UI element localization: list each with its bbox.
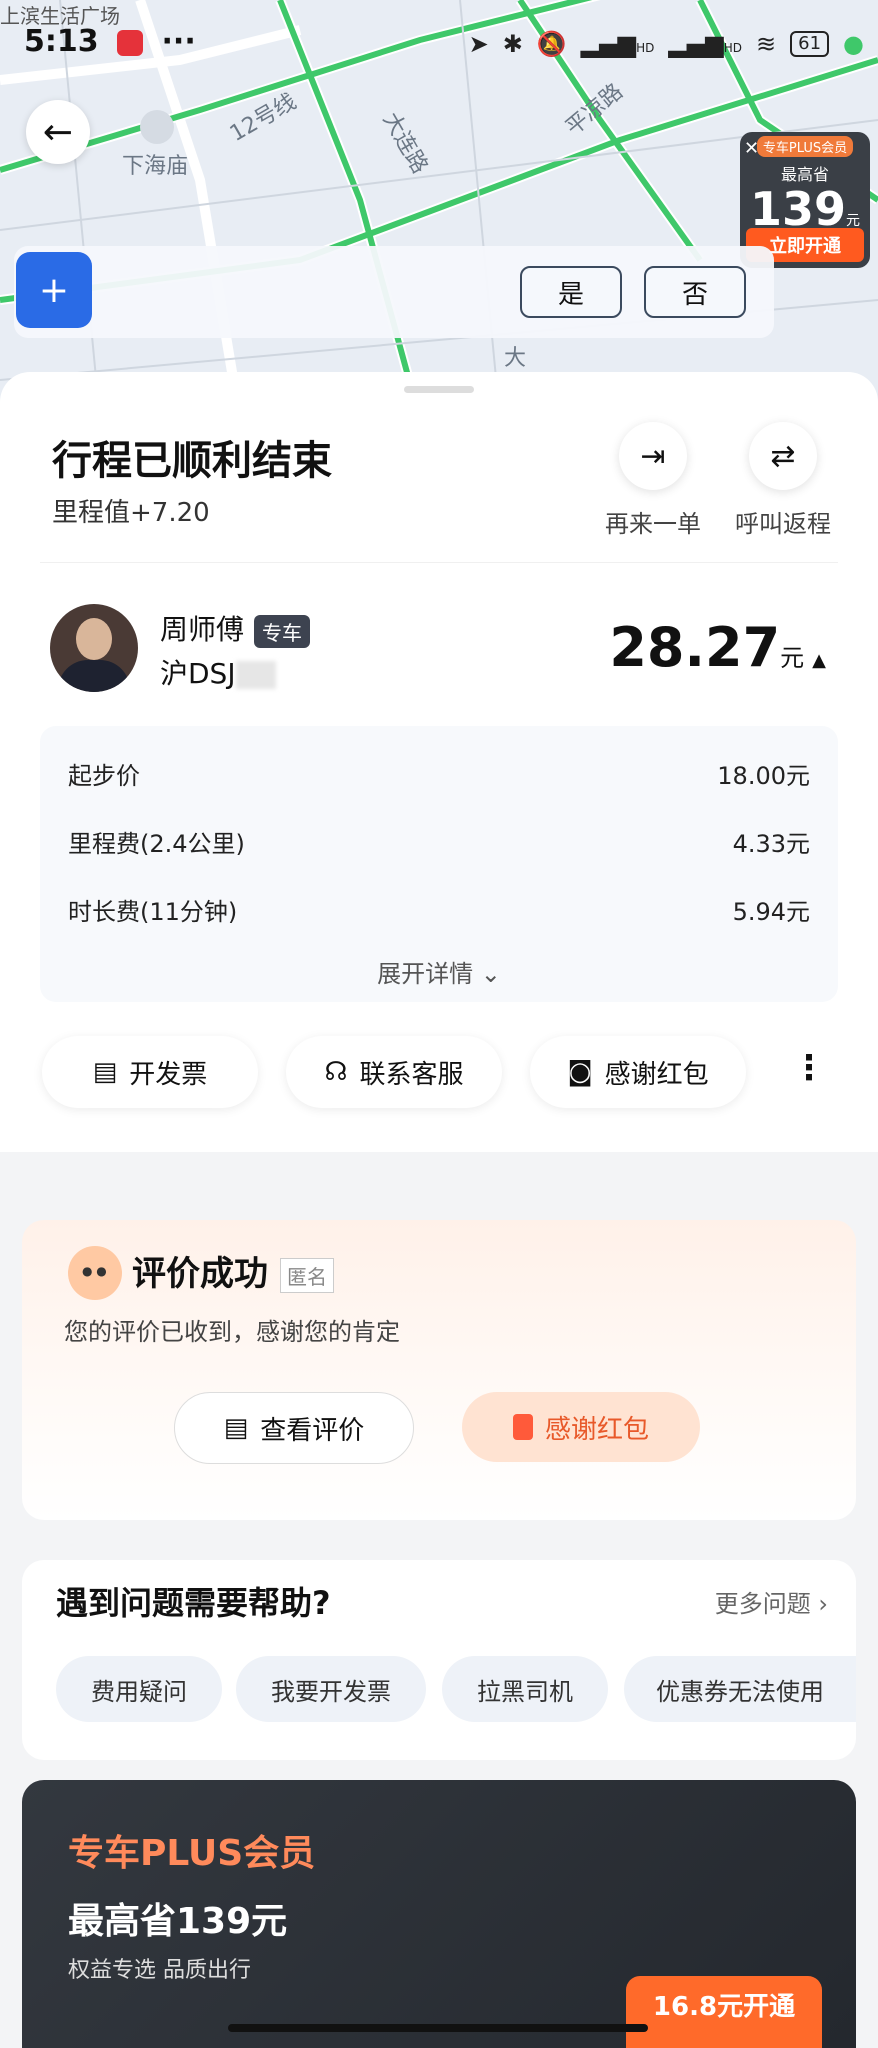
- fare-row: 时长费(11分钟) 5.94元: [68, 898, 810, 926]
- review-card: ● ● 评价成功 匿名 您的评价已收到，感谢您的肯定 ▤ 查看评价 感谢红包: [22, 1220, 856, 1520]
- anonymous-tag: 匿名: [280, 1258, 334, 1293]
- more-dots: ···: [161, 24, 196, 59]
- car-type-badge: 专车: [254, 614, 311, 648]
- trip-summary-sheet: 行程已顺利结束 里程值+7.20 ⇥ 再来一单 ⇄ 呼叫返程 周师傅 专车 沪DS…: [0, 372, 878, 1152]
- driver-avatar[interactable]: [50, 604, 138, 692]
- red-envelope-icon: [512, 1414, 533, 1440]
- dot-icon: ●: [843, 30, 864, 58]
- home-indicator[interactable]: [228, 2024, 648, 2032]
- review-subtitle: 您的评价已收到，感谢您的肯定: [64, 1318, 400, 1346]
- return-trip-label: 呼叫返程: [735, 510, 831, 538]
- status-time: 5:13 ···: [24, 24, 196, 59]
- mileage-points: 里程值+7.20: [52, 498, 210, 528]
- help-chip-fee[interactable]: 费用疑问: [56, 1656, 222, 1722]
- wifi-icon: ≋: [756, 30, 777, 58]
- signal-icon-2: ▂▄▆HD: [668, 30, 743, 58]
- tip-button[interactable]: 感谢红包: [462, 1392, 700, 1462]
- trip-title: 行程已顺利结束: [52, 438, 332, 484]
- chevron-right-icon: ›: [818, 1590, 828, 1618]
- help-title: 遇到问题需要帮助?: [56, 1584, 331, 1622]
- plus-membership-card[interactable]: 专车PLUS会员 最高省139元 权益专选 品质出行 16.8元开通: [22, 1780, 856, 2048]
- status-icons: ➤ ✱ 🔕 ▂▄▆HD ▂▄▆HD ≋ 61 ●: [469, 30, 864, 58]
- safety-bar: + 是 否: [14, 246, 774, 338]
- more-questions-link[interactable]: 更多问题 ›: [715, 1584, 828, 1619]
- customer-service-button[interactable]: ☊ 联系客服: [286, 1036, 502, 1108]
- collapse-caret-icon: ▲: [812, 650, 826, 671]
- total-price[interactable]: 28.27元 ▲: [609, 616, 826, 679]
- fare-row: 起步价 18.00元: [68, 762, 810, 790]
- view-review-button[interactable]: ▤ 查看评价: [174, 1392, 414, 1464]
- more-options-icon[interactable]: ⋮: [792, 1048, 826, 1088]
- smile-icon: ● ●: [68, 1246, 122, 1300]
- bluetooth-icon: ✱: [502, 30, 523, 58]
- map-view[interactable]: 上滨生活广场 5:13 ··· ➤ ✱ 🔕 ▂▄▆HD ▂▄▆HD ≋ 61 ●…: [0, 0, 878, 420]
- plus-sub: 权益专选 品质出行: [68, 1958, 251, 1983]
- map-label-road-4: 大: [504, 346, 527, 371]
- no-button[interactable]: 否: [644, 266, 746, 318]
- expand-details-link[interactable]: 展开详情 ⌄: [40, 954, 838, 989]
- location-arrow-icon: ➤: [468, 30, 489, 58]
- divider: [40, 562, 838, 563]
- time: 5:13: [24, 24, 99, 59]
- document-icon: ▤: [223, 1413, 249, 1443]
- back-button[interactable]: ←: [26, 100, 90, 164]
- swap-icon: ⇄: [749, 422, 817, 490]
- invoice-icon: ▤: [92, 1057, 118, 1087]
- chevron-down-icon: ⌄: [480, 960, 501, 988]
- return-trip-button[interactable]: ⇄ 呼叫返程: [718, 422, 848, 539]
- yes-button[interactable]: 是: [520, 266, 622, 318]
- close-icon[interactable]: ✕: [744, 138, 759, 159]
- fare-breakdown: 起步价 18.00元 里程费(2.4公里) 4.33元 时长费(11分钟) 5.94元…: [40, 726, 838, 1002]
- thank-tip-button[interactable]: ◙ 感谢红包: [530, 1036, 746, 1108]
- signal-icon: ▂▄▆HD: [580, 30, 655, 58]
- fare-row: 里程费(2.4公里) 4.33元: [68, 830, 810, 858]
- map-label-xiahaimiao: 下海庙: [122, 154, 189, 179]
- drag-handle[interactable]: [404, 386, 474, 393]
- headset-icon: ☊: [324, 1057, 348, 1087]
- help-chip-coupon[interactable]: 优惠券无法使用: [624, 1656, 856, 1722]
- app-badge-icon: [117, 29, 144, 56]
- promo-tag: 专车PLUS会员: [756, 136, 854, 157]
- arrow-left-icon: ←: [42, 111, 74, 153]
- map-poi-icon: [140, 110, 174, 144]
- help-chip-invoice[interactable]: 我要开发票: [236, 1656, 426, 1722]
- reorder-label: 再来一单: [605, 510, 701, 538]
- shield-icon[interactable]: +: [16, 252, 92, 328]
- plate-blur: [235, 661, 276, 689]
- review-title: 评价成功 匿名: [132, 1246, 334, 1295]
- license-plate: 沪DSJ: [160, 652, 276, 692]
- invoice-button[interactable]: ▤ 开发票: [42, 1036, 258, 1108]
- plus-main: 最高省139元: [68, 1901, 288, 1942]
- plus-open-button[interactable]: 16.8元开通: [626, 1976, 822, 2048]
- help-card: 遇到问题需要帮助? 更多问题 › 费用疑问 我要开发票 拉黑司机 优惠券无法使用: [22, 1560, 856, 1760]
- reorder-icon: ⇥: [619, 422, 687, 490]
- gift-icon: ◙: [567, 1057, 593, 1087]
- battery-indicator: 61: [790, 31, 830, 57]
- reorder-button[interactable]: ⇥ 再来一单: [588, 422, 718, 539]
- driver-name: 周师傅 专车: [160, 608, 311, 648]
- mute-icon: 🔕: [536, 30, 567, 58]
- help-chip-block-driver[interactable]: 拉黑司机: [442, 1656, 608, 1722]
- plus-title: 专车PLUS会员: [68, 1833, 316, 1874]
